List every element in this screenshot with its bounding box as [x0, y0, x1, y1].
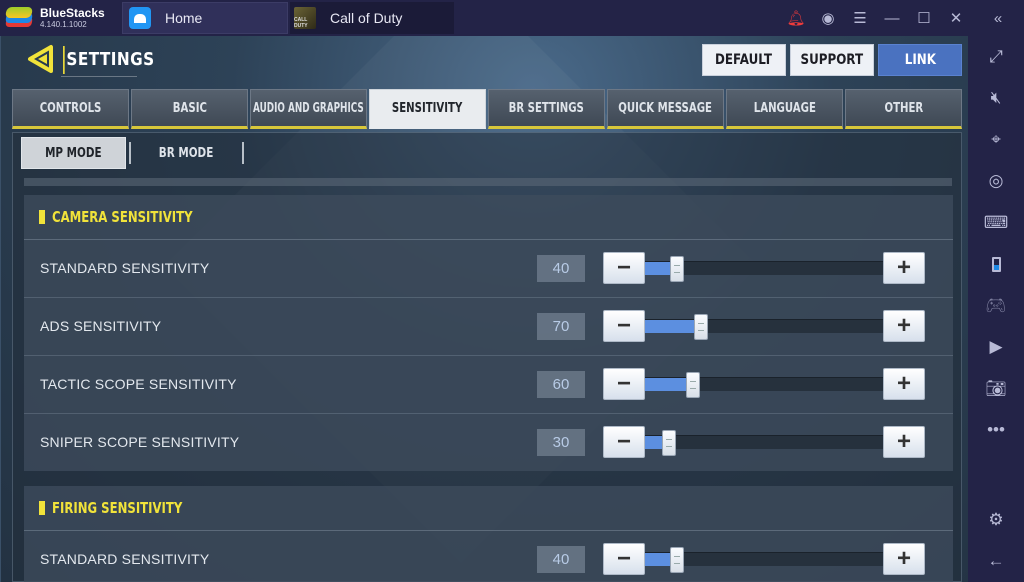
decrease-button[interactable]: − — [603, 368, 645, 400]
sensitivity-slider[interactable] — [645, 547, 883, 573]
value-field[interactable]: 40 — [537, 255, 585, 282]
slider-thumb[interactable] — [661, 430, 676, 456]
close-icon[interactable]: ✕ — [940, 0, 972, 36]
camera-icon[interactable]: 📷︎ — [968, 368, 1024, 410]
value-field[interactable]: 60 — [537, 371, 585, 398]
notification-bell-icon[interactable]: 🔔︎ — [780, 0, 812, 36]
increase-button[interactable]: + — [883, 252, 925, 284]
bluestacks-title-bar: BlueStacks 4.140.1.1002 Home CALL DUTY C… — [0, 0, 1024, 36]
firing-sensitivity-section: FIRING SENSITIVITY STANDARD SENSITIVITY … — [24, 486, 953, 582]
section-marker — [39, 501, 45, 515]
maximize-icon[interactable]: ☐ — [908, 0, 940, 36]
tab-home[interactable]: Home — [122, 2, 288, 34]
tab-audio-and-graphics[interactable]: AUDIO AND GRAPHICS — [250, 89, 367, 129]
gamepad-icon[interactable]: 🎮︎ — [968, 285, 1024, 327]
slider-thumb[interactable] — [669, 256, 684, 282]
more-icon[interactable]: ••• — [968, 410, 1024, 452]
tab-controls[interactable]: CONTROLS — [12, 89, 129, 129]
value-field[interactable]: 30 — [537, 429, 585, 456]
section-header: FIRING SENSITIVITY — [24, 486, 953, 531]
sensitivity-slider[interactable] — [645, 256, 883, 282]
tab-quick-message[interactable]: QUICK MESSAGE — [607, 89, 724, 129]
increase-button[interactable]: + — [883, 310, 925, 342]
section-title: FIRING SENSITIVITY — [52, 499, 183, 517]
bluestacks-logo-icon — [5, 7, 33, 29]
slider-thumb[interactable] — [669, 547, 684, 573]
tab-call-of-duty-label: Call of Duty — [330, 10, 403, 26]
value-field[interactable]: 40 — [537, 546, 585, 573]
decrease-button[interactable]: − — [603, 252, 645, 284]
page-title: SETTINGS — [63, 46, 155, 74]
tab-br-settings[interactable]: BR SETTINGS — [488, 89, 605, 129]
sensitivity-row: STANDARD SENSITIVITY 40 − + — [24, 531, 953, 582]
section-title: CAMERA SENSITIVITY — [52, 208, 193, 226]
account-icon[interactable]: ◉ — [812, 0, 844, 36]
br-mode-tab[interactable]: BR MODE — [134, 137, 239, 169]
title-underline — [61, 76, 137, 77]
rotate-phone-icon[interactable] — [968, 244, 1024, 286]
app-version: 4.140.1.1002 — [40, 20, 87, 29]
decrease-button[interactable]: − — [603, 426, 645, 458]
increase-button[interactable]: + — [883, 426, 925, 458]
keyboard-icon[interactable]: ⌨ — [968, 202, 1024, 244]
back-arrow-icon[interactable]: ← — [968, 541, 1024, 582]
mode-switch: MP MODE BR MODE — [21, 137, 244, 169]
sensitivity-row: TACTIC SCOPE SENSITIVITY 60 − + — [24, 356, 953, 414]
setting-label: SNIPER SCOPE SENSITIVITY — [40, 434, 240, 450]
setting-label: STANDARD SENSITIVITY — [40, 551, 210, 567]
mute-icon[interactable]: 🔇︎ — [968, 78, 1024, 120]
tab-sensitivity[interactable]: SENSITIVITY — [369, 89, 486, 129]
tab-basic[interactable]: BASIC — [131, 89, 248, 129]
support-button[interactable]: SUPPORT — [790, 44, 874, 76]
tab-home-label: Home — [165, 10, 203, 26]
list-top-strip — [24, 178, 952, 186]
sensitivity-row: SNIPER SCOPE SENSITIVITY 30 − + — [24, 414, 953, 472]
mode-divider — [129, 142, 131, 164]
tab-language[interactable]: LANGUAGE — [726, 89, 843, 129]
minimize-icon[interactable]: — — [876, 0, 908, 36]
game-viewport: SETTINGS DEFAULT SUPPORT LINK CONTROLS B… — [0, 36, 968, 582]
bluestacks-brand: BlueStacks 4.140.1.1002 — [5, 4, 105, 32]
slider-fill — [645, 320, 701, 333]
link-button[interactable]: LINK — [878, 44, 962, 76]
settings-gear-icon[interactable]: ⚙ — [968, 499, 1024, 541]
collapse-sidebar-icon[interactable]: « — [972, 0, 1024, 36]
sensitivity-row: ADS SENSITIVITY 70 − + — [24, 298, 953, 356]
mp-mode-tab[interactable]: MP MODE — [21, 137, 126, 169]
sensitivity-slider[interactable] — [645, 372, 883, 398]
sensitivity-row: STANDARD SENSITIVITY 40 − + — [24, 240, 953, 298]
sensitivity-slider[interactable] — [645, 430, 883, 456]
value-field[interactable]: 70 — [537, 313, 585, 340]
tab-call-of-duty[interactable]: CALL DUTY Call of Duty — [290, 2, 454, 34]
increase-button[interactable]: + — [883, 368, 925, 400]
call-of-duty-icon: CALL DUTY — [294, 7, 316, 29]
sensitivity-panel: MP MODE BR MODE CAMERA SENSITIVITY STAND… — [12, 132, 962, 582]
media-manager-icon[interactable]: ▶ — [968, 327, 1024, 369]
default-button[interactable]: DEFAULT — [702, 44, 786, 76]
tab-other[interactable]: OTHER — [845, 89, 962, 129]
section-marker — [39, 210, 45, 224]
slider-thumb[interactable] — [685, 372, 700, 398]
decrease-button[interactable]: − — [603, 543, 645, 575]
pointer-lock-icon[interactable]: ⌖ — [968, 119, 1024, 161]
slider-thumb[interactable] — [693, 314, 708, 340]
eye-icon[interactable]: ◎ — [968, 161, 1024, 203]
home-icon — [129, 7, 151, 29]
sensitivity-slider[interactable] — [645, 314, 883, 340]
back-icon[interactable] — [27, 44, 57, 74]
mode-divider — [242, 142, 244, 164]
increase-button[interactable]: + — [883, 543, 925, 575]
settings-tabs: CONTROLS BASIC AUDIO AND GRAPHICS SENSIT… — [12, 89, 962, 129]
setting-label: STANDARD SENSITIVITY — [40, 260, 210, 276]
setting-label: TACTIC SCOPE SENSITIVITY — [40, 376, 237, 392]
app-name: BlueStacks — [40, 6, 105, 20]
section-header: CAMERA SENSITIVITY — [24, 195, 953, 240]
fullscreen-icon[interactable]: ⤢ — [968, 36, 1024, 78]
decrease-button[interactable]: − — [603, 310, 645, 342]
menu-icon[interactable]: ☰ — [844, 0, 876, 36]
setting-label: ADS SENSITIVITY — [40, 318, 162, 334]
camera-sensitivity-section: CAMERA SENSITIVITY STANDARD SENSITIVITY … — [24, 195, 953, 471]
bluestacks-sidebar: ⤢ 🔇︎ ⌖ ◎ ⌨ 🎮︎ ▶ 📷︎ ••• ⚙ ← — [968, 36, 1024, 582]
